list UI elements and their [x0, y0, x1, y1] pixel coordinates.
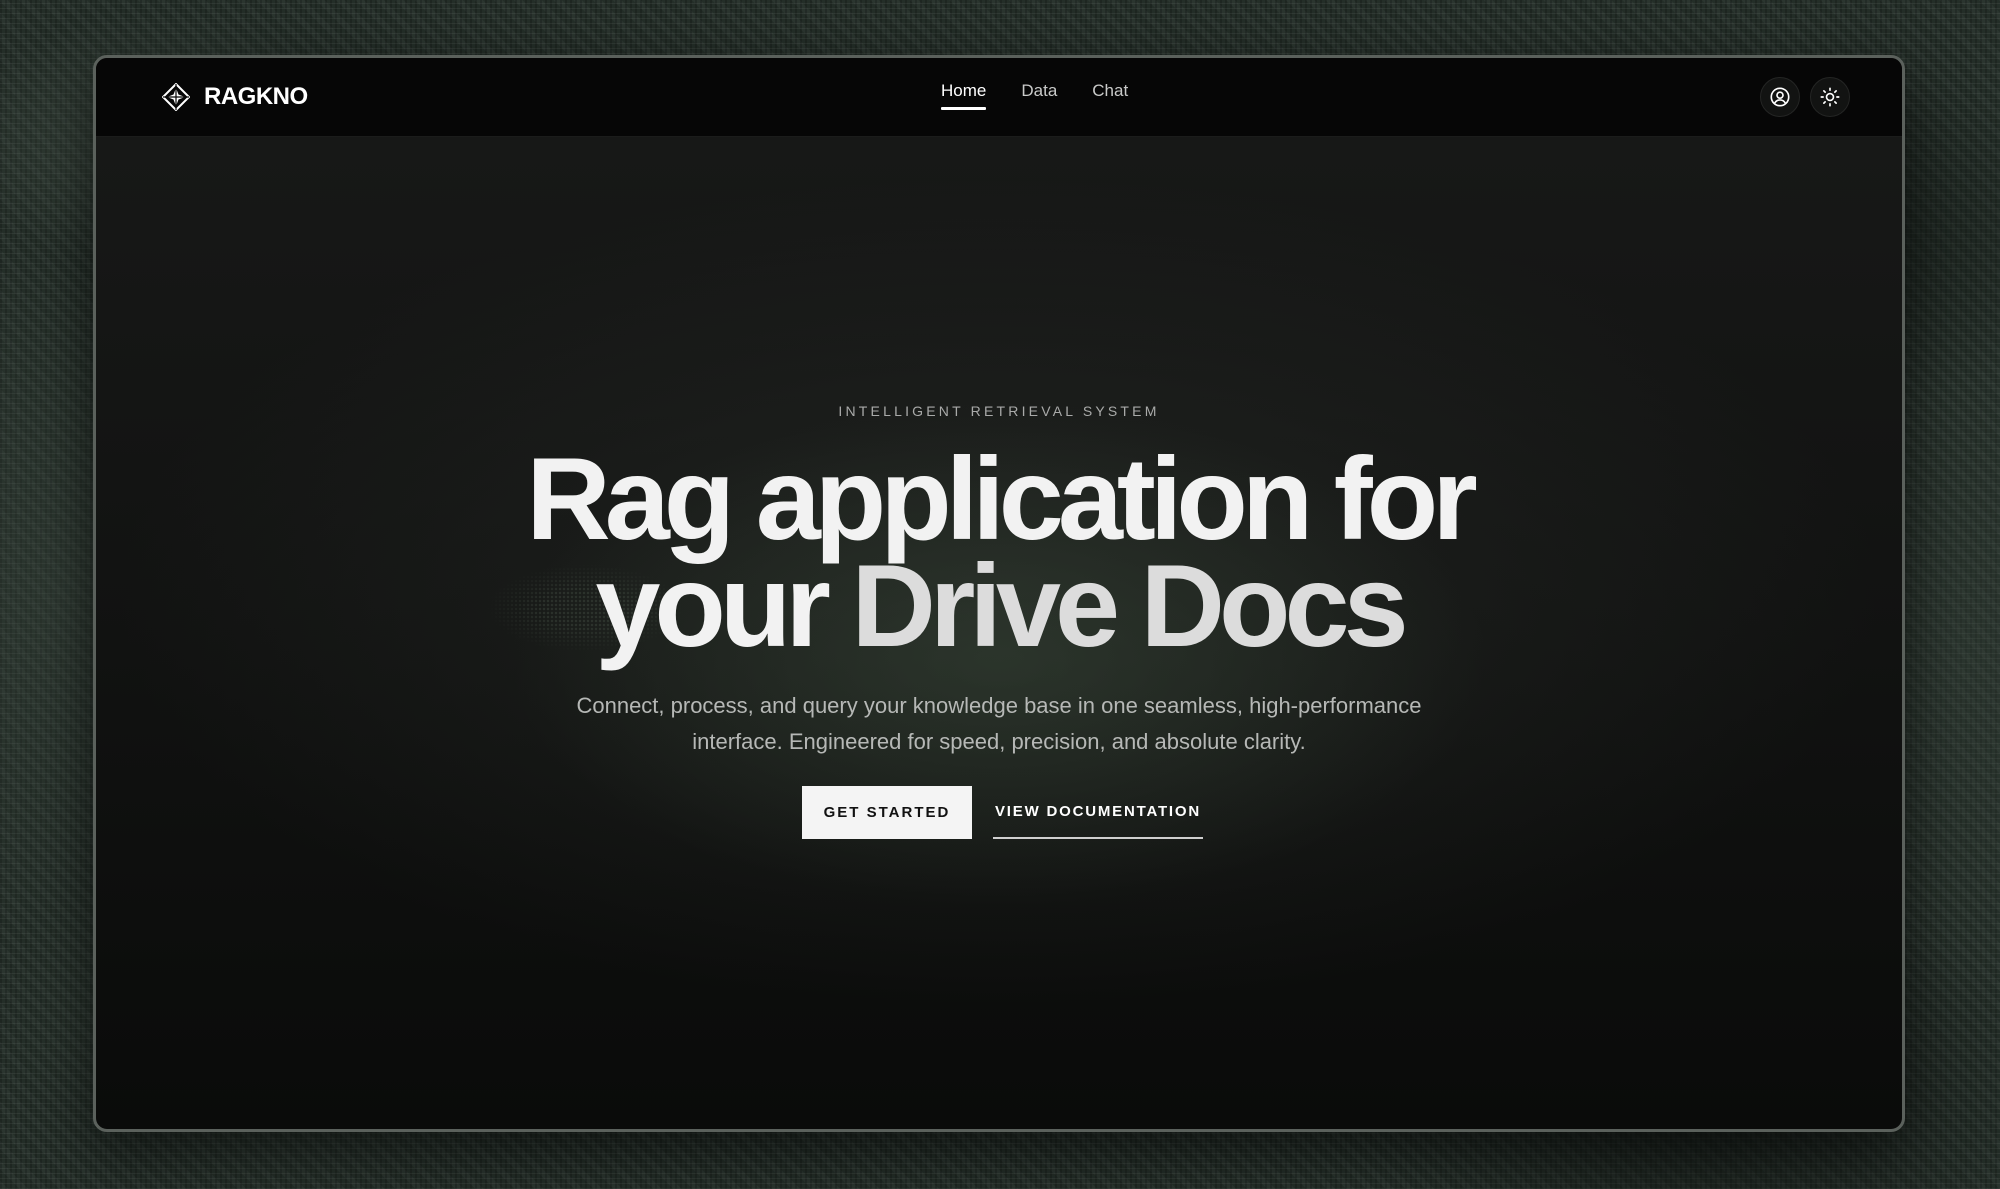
main-nav: Home Data Chat: [941, 80, 1128, 110]
subtitle-line-1: Connect, process, and query your knowled…: [576, 693, 1422, 718]
hero-headline: Rag application for your Drive Docs: [96, 433, 1902, 664]
hero-subtitle: Connect, process, and query your knowled…: [96, 688, 1902, 760]
brand-name: RAGKNO: [204, 83, 308, 110]
user-account-button[interactable]: [1760, 77, 1800, 117]
nav-item-chat[interactable]: Chat: [1092, 80, 1128, 110]
app-window: RAGKNO Home Data Chat INTELLIGENT RETRIE…: [93, 55, 1905, 1132]
sun-icon: [1820, 87, 1840, 107]
brand-logo[interactable]: RAGKNO: [162, 80, 308, 114]
view-documentation-link[interactable]: VIEW DOCUMENTATION: [993, 786, 1203, 839]
user-circle-icon: [1770, 87, 1790, 107]
nav-item-home[interactable]: Home: [941, 80, 987, 110]
subtitle-line-2: interface. Engineered for speed, precisi…: [692, 729, 1306, 754]
diamond-compass-icon: [162, 83, 190, 111]
get-started-button[interactable]: GET STARTED: [802, 786, 972, 839]
headline-line-1: Rag application for: [526, 433, 1478, 564]
top-navbar: RAGKNO Home Data Chat: [96, 58, 1902, 137]
hero-eyebrow: INTELLIGENT RETRIEVAL SYSTEM: [838, 403, 1160, 419]
headline-accent: Drive Docs: [851, 540, 1408, 671]
headline-line-2-lead: your: [595, 540, 852, 671]
nav-item-data[interactable]: Data: [1021, 80, 1057, 110]
headline-line-2: your Drive Docs: [96, 547, 1902, 664]
theme-toggle-button[interactable]: [1810, 77, 1850, 117]
